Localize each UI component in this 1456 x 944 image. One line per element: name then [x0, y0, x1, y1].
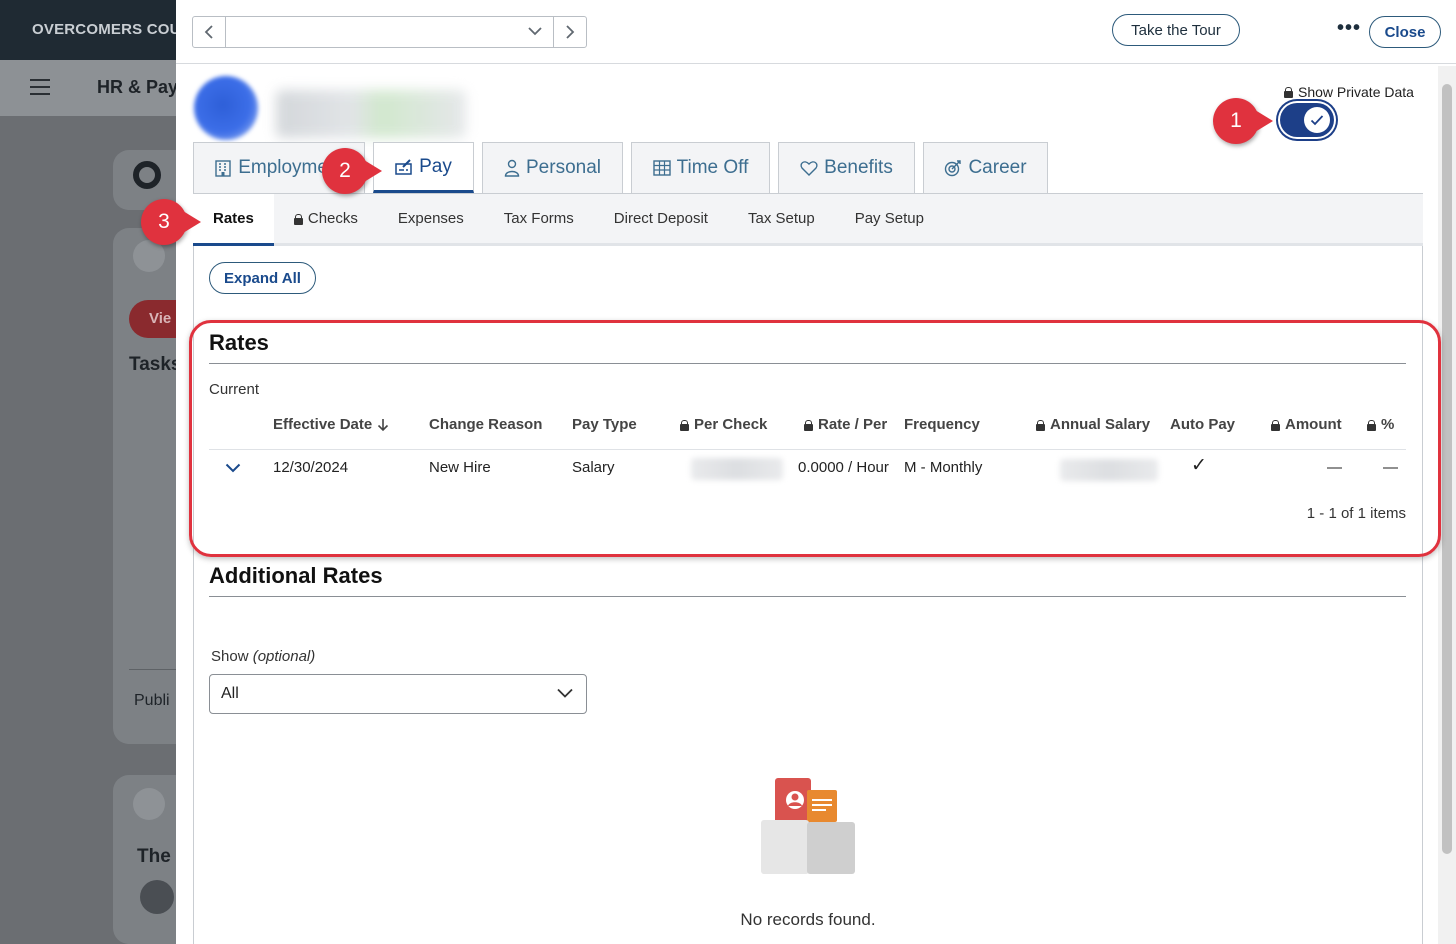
- callout-step-1: 1: [1213, 98, 1273, 144]
- chevron-down-icon: [528, 27, 542, 36]
- pay-sub-tabs: Rates Checks Expenses Tax Forms Direct D…: [193, 194, 1423, 246]
- show-filter-value: All: [221, 685, 239, 702]
- toggle-knob: [1304, 107, 1330, 133]
- scrollbar-thumb[interactable]: [1442, 84, 1452, 854]
- tasks-heading: Tasks: [129, 354, 182, 375]
- hamburger-menu-icon[interactable]: [30, 79, 50, 95]
- show-private-data-text: Show Private Data: [1298, 84, 1414, 100]
- chevron-right-icon: [566, 25, 575, 39]
- additional-rates-heading: Additional Rates: [209, 563, 383, 588]
- tab-career-label: Career: [968, 157, 1027, 178]
- section-title: HR & Pay: [97, 77, 179, 97]
- calendar-grid-icon: [652, 160, 671, 176]
- lock-icon: [293, 213, 303, 225]
- avatar: [140, 880, 174, 914]
- card-heading: The: [137, 846, 171, 867]
- tab-benefits-label: Benefits: [824, 157, 893, 178]
- tab-career[interactable]: Career: [923, 142, 1048, 193]
- check-icon: [1310, 115, 1324, 126]
- tab-time-off[interactable]: Time Off: [631, 142, 770, 193]
- target-icon: [945, 160, 962, 177]
- org-name: OVERCOMERS COU: [32, 21, 181, 38]
- subtab-expenses-label: Expenses: [397, 210, 464, 227]
- previous-employee-button[interactable]: [193, 17, 226, 47]
- show-filter-label: Show (optional): [211, 648, 315, 665]
- show-private-data-toggle[interactable]: [1280, 103, 1334, 137]
- more-options-icon[interactable]: •••: [1336, 18, 1362, 42]
- panel-header: Take the Tour ••• Close: [176, 0, 1456, 64]
- folder-icon: [133, 788, 165, 820]
- rates-highlight-annotation: [189, 320, 1441, 557]
- chevron-down-icon: [557, 688, 573, 698]
- subtab-tax-setup[interactable]: Tax Setup: [728, 194, 835, 243]
- take-the-tour-button[interactable]: Take the Tour: [1112, 14, 1240, 46]
- employee-panel: Take the Tour ••• Close Show Private Dat…: [141, 0, 1456, 944]
- close-button[interactable]: Close: [1369, 16, 1441, 48]
- show-label-text: Show: [211, 648, 249, 665]
- empty-records-illustration-icon: [761, 778, 855, 874]
- subtab-tax-setup-label: Tax Setup: [747, 210, 815, 227]
- heart-icon: [800, 161, 818, 176]
- subtab-rates-label: Rates: [213, 210, 254, 227]
- employee-info-redacted: [276, 90, 466, 138]
- tab-pay[interactable]: Pay: [373, 142, 474, 193]
- employee-select[interactable]: [226, 17, 553, 47]
- building-icon: [215, 160, 231, 177]
- expand-all-button[interactable]: Expand All: [209, 262, 316, 294]
- paycheck-icon: [395, 158, 412, 175]
- subtab-pay-setup[interactable]: Pay Setup: [835, 194, 944, 243]
- employee-navigator: [192, 16, 587, 48]
- subtab-direct-deposit[interactable]: Direct Deposit: [594, 194, 728, 243]
- subtab-rates[interactable]: Rates: [193, 194, 274, 246]
- subtab-checks-label: Checks: [307, 210, 358, 227]
- tab-time-off-label: Time Off: [676, 157, 749, 178]
- next-employee-button[interactable]: [553, 17, 586, 47]
- tab-personal-label: Personal: [526, 157, 601, 178]
- public-label: Publi: [134, 692, 170, 709]
- subtab-checks[interactable]: Checks: [274, 194, 378, 243]
- show-filter-select[interactable]: All: [209, 674, 587, 714]
- person-icon: [504, 159, 520, 177]
- subtab-tax-forms-label: Tax Forms: [503, 210, 574, 227]
- callout-step-2: 2: [322, 148, 382, 194]
- divider: [209, 596, 1406, 597]
- lock-icon: [1284, 87, 1293, 98]
- subtab-direct-deposit-label: Direct Deposit: [613, 210, 708, 227]
- chevron-left-icon: [204, 25, 213, 39]
- subtab-expenses[interactable]: Expenses: [378, 194, 484, 243]
- subtab-tax-forms[interactable]: Tax Forms: [484, 194, 594, 243]
- tab-benefits[interactable]: Benefits: [778, 142, 915, 193]
- no-records-message: No records found.: [740, 910, 876, 929]
- subtab-pay-setup-label: Pay Setup: [854, 210, 924, 227]
- callout-step-3: 3: [141, 199, 201, 245]
- show-private-data-label: Show Private Data: [1284, 84, 1414, 100]
- org-logo-icon: [133, 161, 161, 189]
- optional-label: (optional): [252, 648, 316, 665]
- tab-pay-label: Pay: [419, 155, 452, 177]
- employee-photo: [194, 76, 258, 140]
- tab-personal[interactable]: Personal: [482, 142, 623, 193]
